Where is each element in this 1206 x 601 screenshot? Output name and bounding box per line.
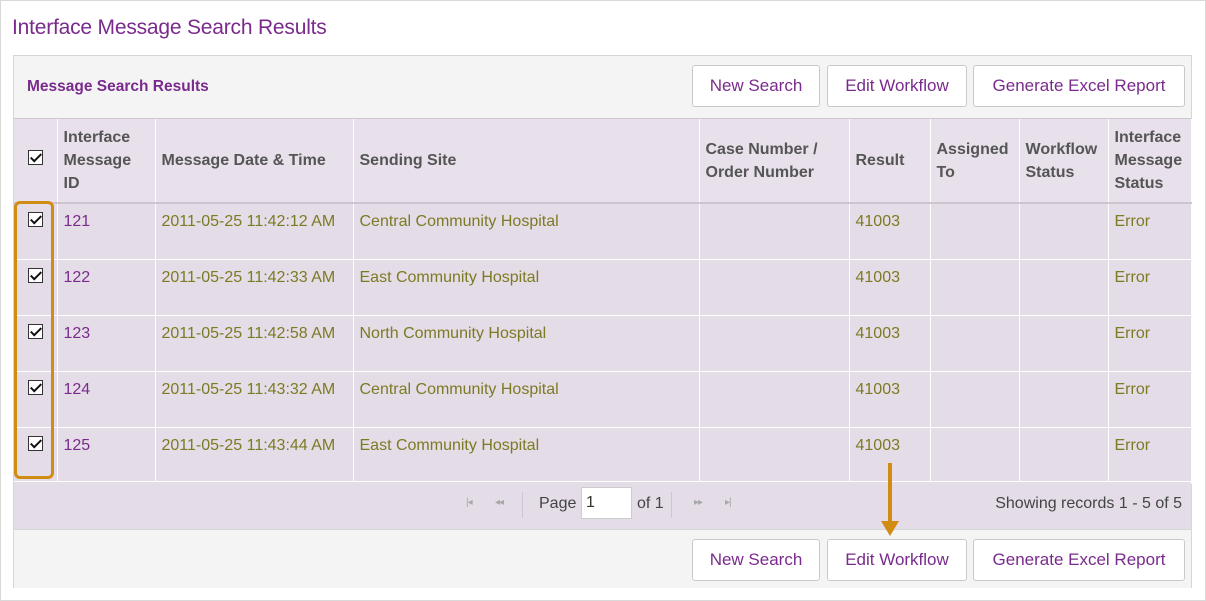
page-label: Page — [539, 495, 577, 512]
panel-title: Message Search Results — [27, 78, 209, 95]
assigned-to-cell — [930, 259, 1020, 316]
assigned-to-cell — [930, 315, 1020, 372]
datetime-cell: 2011-05-25 11:42:12 AM — [155, 203, 354, 260]
sending-site-cell: East Community Hospital — [353, 259, 700, 316]
result-cell: 41003 — [849, 315, 931, 372]
generate-excel-report-button-top[interactable]: Generate Excel Report — [973, 65, 1185, 107]
panel-header: Message Search Results New Search Edit W… — [14, 56, 1191, 118]
next-page-icon[interactable]: ▸▸ — [694, 497, 703, 508]
column-header-case-number[interactable]: Case Number / Order Number — [699, 119, 850, 204]
table-row[interactable]: 125 2011-05-25 11:43:44 AM East Communit… — [14, 427, 1192, 484]
page-count-label: of 1 — [637, 495, 664, 512]
message-id-link[interactable]: 121 — [57, 203, 156, 260]
new-search-button-bottom[interactable]: New Search — [692, 539, 820, 581]
message-status-cell: Error — [1108, 259, 1192, 316]
message-id-link[interactable]: 125 — [57, 427, 156, 484]
select-all-header — [14, 119, 58, 204]
column-header-sending-site[interactable]: Sending Site — [353, 119, 700, 204]
table-row[interactable]: 123 2011-05-25 11:42:58 AM North Communi… — [14, 315, 1192, 372]
first-page-icon[interactable]: |◂ — [466, 497, 473, 508]
page-container: Interface Message Search Results Message… — [0, 0, 1206, 601]
assigned-to-cell — [930, 203, 1020, 260]
results-grid: Interface Message ID Message Date & Time… — [14, 118, 1192, 529]
pager-divider — [671, 492, 672, 518]
case-number-cell — [699, 315, 850, 372]
edit-workflow-button-top[interactable]: Edit Workflow — [827, 65, 967, 107]
case-number-cell — [699, 371, 850, 428]
message-status-cell: Error — [1108, 371, 1192, 428]
column-header-result[interactable]: Result — [849, 119, 931, 204]
pager-divider — [522, 492, 523, 518]
case-number-cell — [699, 259, 850, 316]
column-header-assigned-to[interactable]: Assigned To — [930, 119, 1020, 204]
checkbox-highlight-annotation — [14, 201, 54, 479]
table-row[interactable]: 122 2011-05-25 11:42:33 AM East Communit… — [14, 259, 1192, 316]
workflow-status-cell — [1019, 371, 1109, 428]
arrow-annotation-shaft — [888, 463, 892, 525]
result-cell: 41003 — [849, 371, 931, 428]
column-header-message-status[interactable]: Interface Message Status — [1108, 119, 1192, 204]
panel-footer: New Search Edit Workflow Generate Excel … — [14, 529, 1191, 588]
last-page-icon[interactable]: ▸| — [725, 497, 732, 508]
column-header-datetime[interactable]: Message Date & Time — [155, 119, 354, 204]
workflow-status-cell — [1019, 315, 1109, 372]
table-row[interactable]: 121 2011-05-25 11:42:12 AM Central Commu… — [14, 203, 1192, 260]
result-cell: 41003 — [849, 203, 931, 260]
record-count: Showing records 1 - 5 of 5 — [995, 495, 1182, 512]
message-status-cell: Error — [1108, 427, 1192, 484]
new-search-button-top[interactable]: New Search — [692, 65, 820, 107]
sending-site-cell: Central Community Hospital — [353, 371, 700, 428]
message-id-link[interactable]: 123 — [57, 315, 156, 372]
prev-page-icon[interactable]: ◂◂ — [495, 497, 504, 508]
generate-excel-report-button-bottom[interactable]: Generate Excel Report — [973, 539, 1185, 581]
datetime-cell: 2011-05-25 11:42:33 AM — [155, 259, 354, 316]
datetime-cell: 2011-05-25 11:42:58 AM — [155, 315, 354, 372]
sending-site-cell: Central Community Hospital — [353, 203, 700, 260]
assigned-to-cell — [930, 371, 1020, 428]
workflow-status-cell — [1019, 259, 1109, 316]
message-id-link[interactable]: 124 — [57, 371, 156, 428]
column-header-message-id[interactable]: Interface Message ID — [57, 119, 156, 204]
select-all-checkbox[interactable] — [27, 150, 43, 165]
table-row[interactable]: 124 2011-05-25 11:43:32 AM Central Commu… — [14, 371, 1192, 428]
message-id-link[interactable]: 122 — [57, 259, 156, 316]
workflow-status-cell — [1019, 427, 1109, 484]
result-cell: 41003 — [849, 259, 931, 316]
arrow-down-icon — [881, 521, 899, 536]
datetime-cell: 2011-05-25 11:43:44 AM — [155, 427, 354, 484]
pagination-bar: |◂ ◂◂ Page of 1 ▸▸ ▸| Showing records 1 … — [14, 481, 1191, 529]
column-header-workflow-status[interactable]: Workflow Status — [1019, 119, 1109, 204]
message-status-cell: Error — [1108, 315, 1192, 372]
workflow-status-cell — [1019, 203, 1109, 260]
header-row: Interface Message ID Message Date & Time… — [14, 119, 1192, 204]
datetime-cell: 2011-05-25 11:43:32 AM — [155, 371, 354, 428]
edit-workflow-button-bottom[interactable]: Edit Workflow — [827, 539, 967, 581]
results-panel: Message Search Results New Search Edit W… — [13, 55, 1192, 588]
results-table: Interface Message ID Message Date & Time… — [14, 119, 1192, 484]
assigned-to-cell — [930, 427, 1020, 484]
message-status-cell: Error — [1108, 203, 1192, 260]
sending-site-cell: North Community Hospital — [353, 315, 700, 372]
page-title: Interface Message Search Results — [12, 16, 327, 39]
sending-site-cell: East Community Hospital — [353, 427, 700, 484]
page-number-input[interactable] — [581, 487, 632, 519]
case-number-cell — [699, 427, 850, 484]
case-number-cell — [699, 203, 850, 260]
